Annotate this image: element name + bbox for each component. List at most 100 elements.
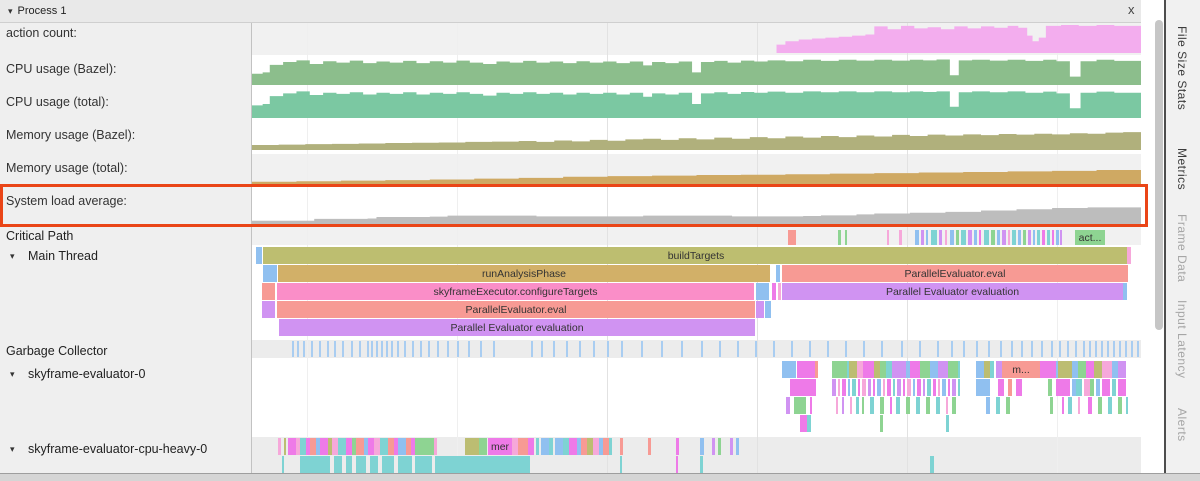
trace-event-bar[interactable] — [832, 379, 836, 396]
trace-event-bar[interactable] — [356, 456, 366, 473]
gc-event-tick[interactable] — [919, 341, 921, 357]
trace-event-bar[interactable] — [958, 379, 960, 396]
trace-event-bar[interactable] — [976, 379, 990, 396]
trace-event-bar[interactable] — [916, 397, 920, 414]
trace-event-bar[interactable]: buildTargets — [263, 247, 1129, 264]
trace-event-bar[interactable] — [938, 379, 940, 396]
trace-event-bar[interactable] — [434, 438, 437, 455]
trace-event-bar[interactable] — [1008, 230, 1010, 245]
trace-event-bar[interactable] — [923, 379, 925, 396]
trace-event-bar[interactable] — [549, 438, 553, 455]
trace-event-bar[interactable] — [926, 230, 928, 245]
trace-event-bar[interactable] — [996, 397, 1000, 414]
trace-event-bar[interactable] — [890, 397, 892, 414]
trace-event-bar[interactable] — [939, 230, 942, 245]
trace-event-bar[interactable] — [555, 438, 563, 455]
gc-event-tick[interactable] — [988, 341, 990, 357]
trace-event-bar[interactable]: runAnalysisPhase — [278, 265, 770, 282]
trace-event-bar[interactable] — [893, 379, 895, 396]
trace-event-bar[interactable] — [870, 397, 874, 414]
trace-event-bar[interactable] — [921, 230, 924, 245]
trace-event-bar[interactable] — [1062, 397, 1064, 414]
trace-event-bar[interactable] — [756, 283, 769, 300]
trace-event-bar[interactable] — [797, 361, 815, 378]
trace-event-bar[interactable] — [976, 361, 984, 378]
trace-event-bar[interactable] — [700, 456, 703, 473]
gc-event-tick[interactable] — [376, 341, 378, 357]
trace-event-bar[interactable]: m... — [1002, 361, 1040, 378]
trace-event-bar[interactable] — [1123, 283, 1127, 300]
gc-event-tick[interactable] — [468, 341, 470, 357]
gc-event-tick[interactable] — [1000, 341, 1002, 357]
gc-event-tick[interactable] — [437, 341, 439, 357]
trace-event-bar[interactable] — [1016, 379, 1022, 396]
trace-event-bar[interactable] — [910, 361, 920, 378]
trace-event-bar[interactable] — [848, 379, 850, 396]
gc-event-tick[interactable] — [621, 341, 623, 357]
gc-event-tick[interactable] — [951, 341, 953, 357]
gc-event-tick[interactable] — [1051, 341, 1053, 357]
vertical-scrollbar-thumb[interactable] — [1155, 20, 1163, 330]
gc-event-tick[interactable] — [381, 341, 383, 357]
gc-event-tick[interactable] — [397, 341, 399, 357]
trace-event-bar[interactable]: skyframeExecutor.configureTargets — [277, 283, 754, 300]
trace-event-bar[interactable] — [620, 456, 622, 473]
trace-event-bar[interactable] — [256, 247, 262, 264]
trace-event-bar[interactable] — [415, 456, 432, 473]
gc-event-tick[interactable] — [937, 341, 939, 357]
gc-event-tick[interactable] — [607, 341, 609, 357]
trace-event-bar[interactable]: Parallel Evaluator evaluation — [782, 283, 1123, 300]
trace-event-bar[interactable] — [880, 415, 883, 432]
trace-event-bar[interactable] — [913, 379, 915, 396]
gc-event-tick[interactable] — [1011, 341, 1013, 357]
trace-event-bar[interactable] — [415, 438, 434, 455]
trace-event-bar[interactable] — [877, 379, 881, 396]
gc-event-tick[interactable] — [359, 341, 361, 357]
trace-event-bar[interactable] — [1056, 230, 1059, 245]
trace-event-bar[interactable] — [536, 438, 539, 455]
trace-event-bar[interactable] — [782, 361, 796, 378]
tab-input-latency[interactable]: Input Latency — [1175, 300, 1189, 379]
gc-event-tick[interactable] — [391, 341, 393, 357]
trace-event-bar[interactable] — [927, 379, 931, 396]
trace-event-bar[interactable] — [1012, 230, 1016, 245]
trace-event-bar[interactable]: Parallel Evaluator evaluation — [279, 319, 755, 336]
trace-event-bar[interactable] — [907, 379, 911, 396]
trace-event-bar[interactable] — [648, 438, 651, 455]
trace-event-bar[interactable] — [849, 361, 857, 378]
trace-event-bar[interactable] — [465, 438, 479, 455]
gc-event-tick[interactable] — [428, 341, 430, 357]
trace-event-bar[interactable] — [997, 230, 1000, 245]
gc-event-tick[interactable] — [334, 341, 336, 357]
gc-event-tick[interactable] — [1131, 341, 1133, 357]
trace-event-bar[interactable] — [842, 397, 844, 414]
trace-event-bar[interactable] — [1096, 379, 1100, 396]
gc-event-tick[interactable] — [1095, 341, 1097, 357]
trace-event-bar[interactable] — [838, 379, 840, 396]
gc-event-tick[interactable] — [420, 341, 422, 357]
gc-event-tick[interactable] — [881, 341, 883, 357]
trace-event-bar[interactable] — [956, 230, 959, 245]
gc-event-tick[interactable] — [480, 341, 482, 357]
trace-event-bar[interactable] — [1118, 361, 1126, 378]
gc-event-tick[interactable] — [1075, 341, 1077, 357]
gc-event-tick[interactable] — [1113, 341, 1115, 357]
gc-event-tick[interactable] — [447, 341, 449, 357]
trace-event-bar[interactable] — [1118, 397, 1122, 414]
gc-event-tick[interactable] — [1041, 341, 1043, 357]
trace-event-bar[interactable] — [756, 301, 764, 318]
trace-event-bar[interactable] — [356, 438, 364, 455]
trace-event-bar[interactable] — [946, 397, 948, 414]
trace-event-bar[interactable] — [1127, 247, 1131, 264]
trace-event-bar[interactable] — [832, 361, 847, 378]
trace-event-bar[interactable] — [676, 456, 678, 473]
trace-event-bar[interactable] — [933, 379, 936, 396]
trace-event-bar[interactable]: act... — [1075, 230, 1105, 245]
memory-usage-bazel-chart[interactable] — [252, 122, 1141, 150]
gc-event-tick[interactable] — [371, 341, 373, 357]
trace-event-bar[interactable] — [942, 379, 946, 396]
trace-event-bar[interactable] — [278, 438, 281, 455]
gc-event-tick[interactable] — [303, 341, 305, 357]
gc-event-tick[interactable] — [773, 341, 775, 357]
trace-event-bar[interactable] — [1058, 361, 1072, 378]
